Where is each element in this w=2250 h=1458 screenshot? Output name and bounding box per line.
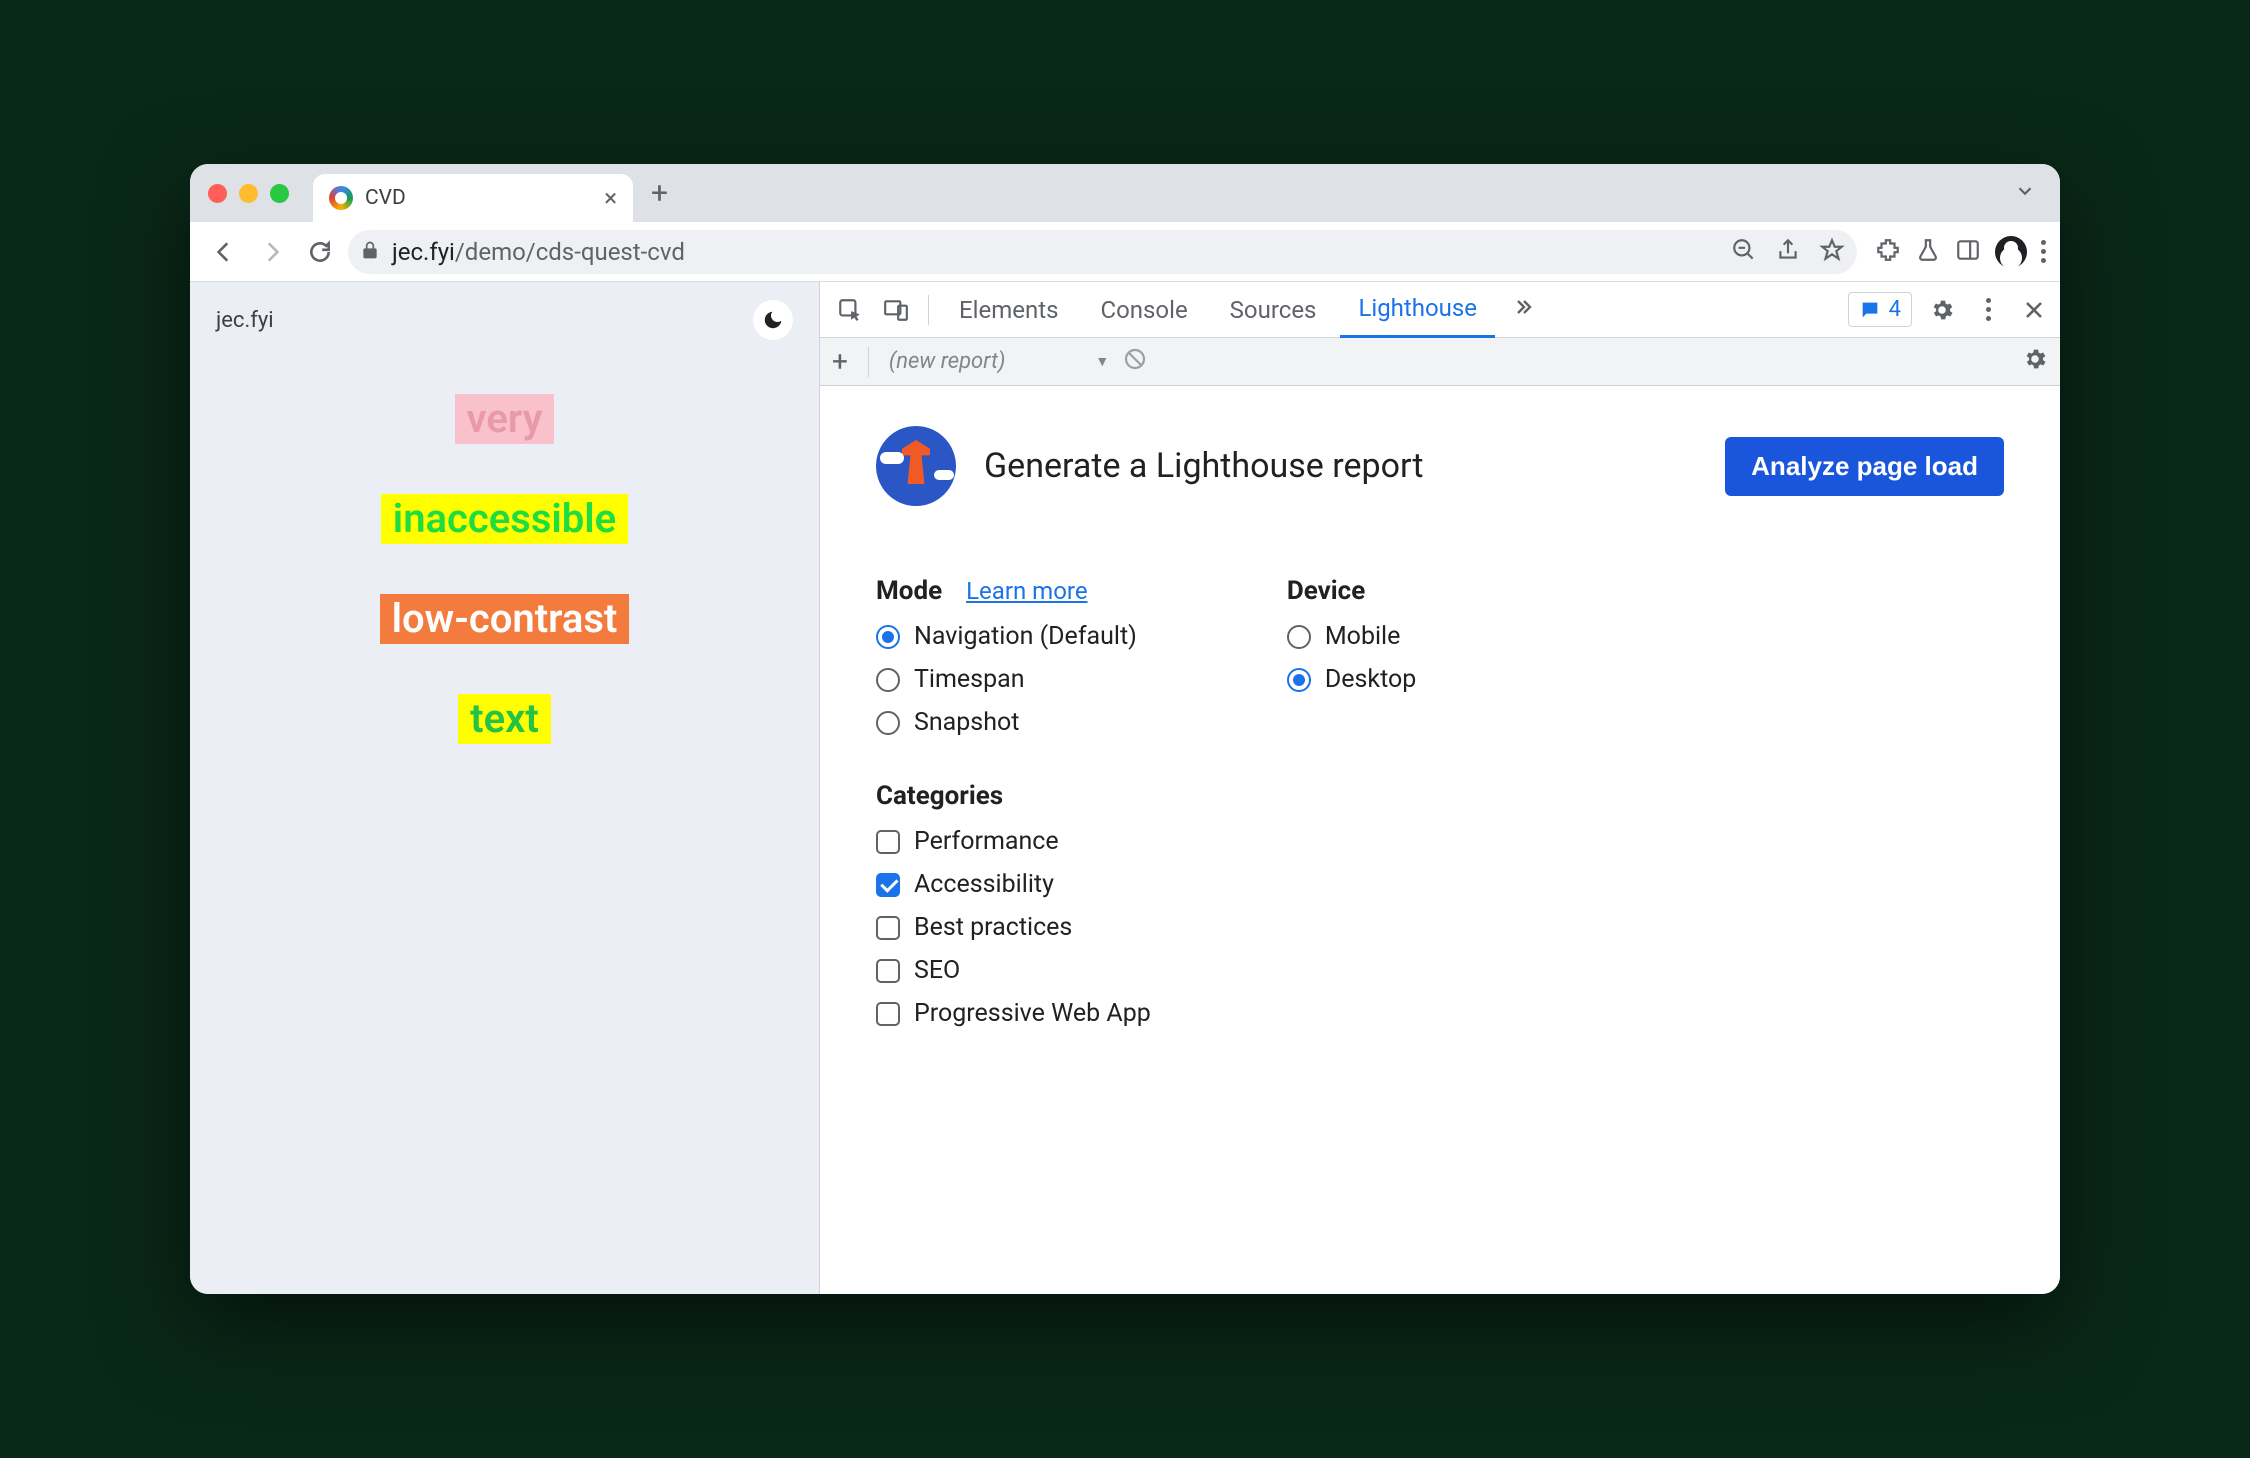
radio-icon [876,711,900,735]
browser-tab[interactable]: CVD × [313,174,633,222]
devtools-menu-button[interactable] [1972,298,2004,321]
radio-icon [876,625,900,649]
site-label: jec.fyi [216,308,274,333]
url-text: jec.fyi/demo/cds-quest-cvd [392,238,685,266]
browser-toolbar: jec.fyi/demo/cds-quest-cvd [190,222,2060,282]
demo-word-0: very [455,394,555,444]
sidepanel-icon[interactable] [1955,237,1981,267]
dropdown-triangle-icon: ▼ [1095,353,1109,370]
tab-strip: CVD × + [190,164,2060,222]
browser-menu-button[interactable] [2041,240,2046,263]
devtools-settings-icon[interactable] [1926,297,1958,323]
more-tabs-button[interactable] [1501,295,1545,325]
address-bar[interactable]: jec.fyi/demo/cds-quest-cvd [348,230,1857,274]
toolbar-actions [1875,236,2046,268]
close-window-button[interactable] [208,184,227,203]
devtools-panel: Elements Console Sources Lighthouse 4 + [820,282,2060,1294]
window-controls [208,184,289,203]
radio-icon [1287,668,1311,692]
demo-word-3: text [458,694,551,744]
checkbox-icon [876,959,900,983]
radio-option[interactable]: Navigation (Default) [876,622,1137,651]
share-icon[interactable] [1775,237,1801,267]
devtools-tabbar: Elements Console Sources Lighthouse 4 [820,282,2060,338]
radio-option[interactable]: Desktop [1287,665,1416,694]
issues-count: 4 [1889,297,1901,322]
forward-button[interactable] [252,232,292,272]
close-tab-button[interactable]: × [604,184,617,212]
rendered-page: jec.fyi very inaccessible low-contrast t… [190,282,820,1294]
checkbox-option[interactable]: Progressive Web App [876,999,2004,1028]
labs-icon[interactable] [1915,237,1941,267]
radio-icon [1287,625,1311,649]
learn-more-link[interactable]: Learn more [966,577,1087,605]
browser-window: CVD × + jec.fyi/demo/cds-quest-cvd [190,164,2060,1294]
tab-sources[interactable]: Sources [1212,282,1335,338]
inspect-element-icon[interactable] [830,290,870,330]
checkbox-icon [876,830,900,854]
radio-option[interactable]: Snapshot [876,708,1137,737]
lighthouse-logo-icon [876,426,956,506]
checkbox-icon [876,916,900,940]
new-report-button[interactable]: + [832,345,848,378]
checkbox-option[interactable]: SEO [876,956,2004,985]
checkbox-option[interactable]: Accessibility [876,870,2004,899]
extensions-icon[interactable] [1875,237,1901,267]
content-area: jec.fyi very inaccessible low-contrast t… [190,282,2060,1294]
mode-section: Mode Learn more Navigation (Default) Time… [876,576,1137,737]
minimize-window-button[interactable] [239,184,258,203]
report-dropdown[interactable]: (new report) ▼ [889,349,1109,374]
radio-option[interactable]: Timespan [876,665,1137,694]
device-section: Device Mobile Desktop [1287,576,1416,737]
mode-label: Mode [876,576,942,606]
reload-button[interactable] [300,232,340,272]
tab-console[interactable]: Console [1082,282,1205,338]
devtools-close-button[interactable] [2018,298,2050,322]
demo-word-1: inaccessible [381,494,628,544]
checkbox-icon [876,873,900,897]
lighthouse-toolbar: + (new report) ▼ [820,338,2060,386]
clear-icon[interactable] [1123,347,1147,377]
theme-toggle-button[interactable] [753,300,793,340]
profile-avatar[interactable] [1995,236,2027,268]
favicon-icon [329,186,353,210]
lighthouse-heading: Generate a Lighthouse report [984,446,1423,486]
back-button[interactable] [204,232,244,272]
tab-search-button[interactable] [2014,180,2036,206]
radio-icon [876,668,900,692]
tab-elements[interactable]: Elements [941,282,1076,338]
radio-option[interactable]: Mobile [1287,622,1416,651]
categories-section: Categories Performance Accessibility Best … [876,781,2004,1028]
device-label: Device [1287,576,1416,606]
new-tab-button[interactable]: + [651,176,668,211]
checkbox-icon [876,1002,900,1026]
lighthouse-settings-icon[interactable] [2022,346,2048,378]
device-toolbar-icon[interactable] [876,290,916,330]
checkbox-option[interactable]: Best practices [876,913,2004,942]
maximize-window-button[interactable] [270,184,289,203]
checkbox-option[interactable]: Performance [876,827,2004,856]
bookmark-star-icon[interactable] [1819,237,1845,267]
lighthouse-body: Generate a Lighthouse report Analyze pag… [820,386,2060,1294]
zoom-icon[interactable] [1731,237,1757,267]
issues-button[interactable]: 4 [1848,292,1912,327]
categories-label: Categories [876,781,2004,811]
lock-icon [360,240,380,264]
tab-title: CVD [365,186,592,210]
demo-word-2: low-contrast [380,594,630,644]
analyze-button[interactable]: Analyze page load [1725,437,2004,496]
tab-lighthouse[interactable]: Lighthouse [1340,282,1495,338]
